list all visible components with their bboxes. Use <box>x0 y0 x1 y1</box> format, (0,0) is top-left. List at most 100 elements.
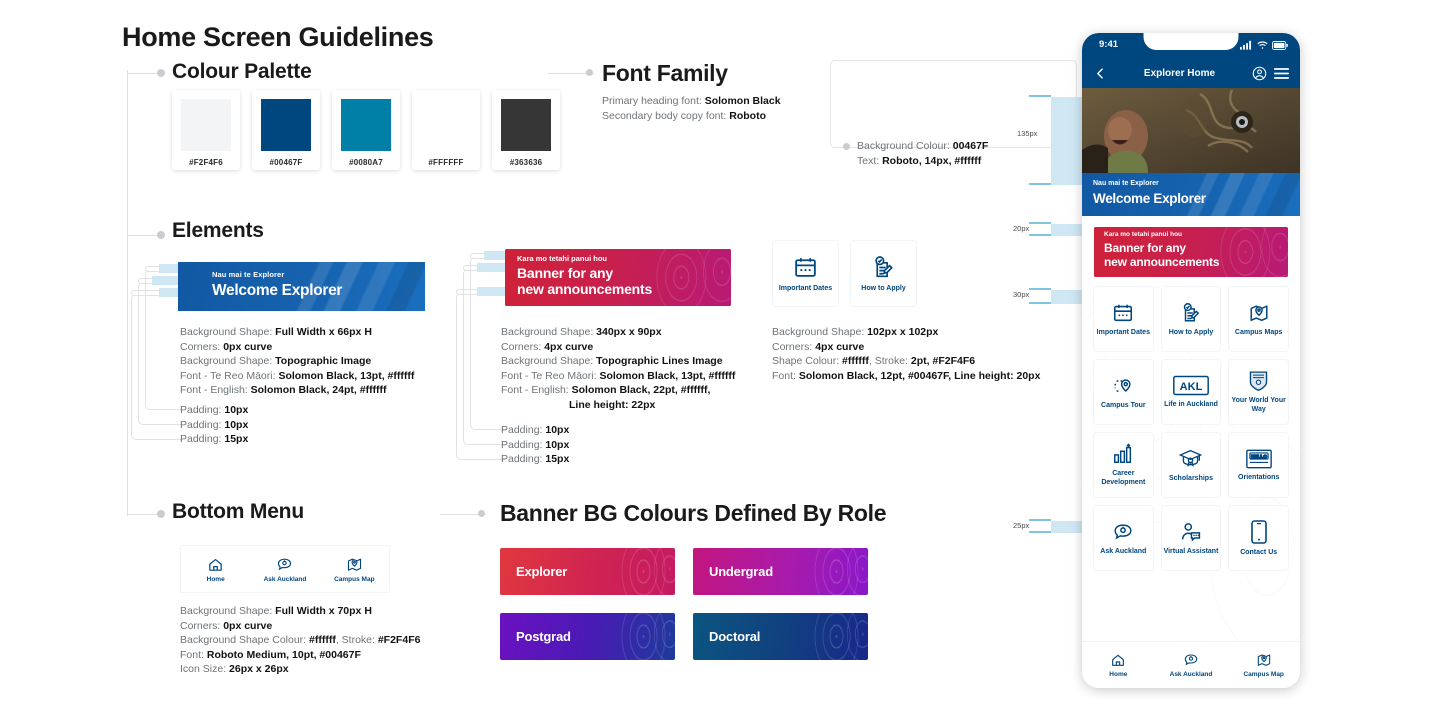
phone-welcome-english: Welcome Explorer <box>1093 191 1206 206</box>
tile-how-to-apply[interactable]: How to Apply <box>850 240 917 307</box>
tile-label: Campus Maps <box>1234 328 1283 336</box>
map-pin-icon <box>1257 654 1270 666</box>
bottom-menu-label: Home <box>206 575 225 583</box>
colour-swatch[interactable]: #FFFFFF <box>412 90 480 170</box>
measure-tick <box>1029 183 1051 185</box>
tile-label: Campus Tour <box>1101 401 1146 409</box>
calendar-icon <box>1114 304 1133 321</box>
grid-tile-life-in-auckland[interactable]: AKL Life in Auckland <box>1160 359 1222 425</box>
font-family-heading: Font Family <box>602 60 728 86</box>
spec-label: Padding: <box>501 453 546 466</box>
spec-value: #F2F4F6 <box>377 634 421 647</box>
swatch-chip <box>501 99 551 151</box>
grid-tile-virtual-assistant[interactable]: Virtual Assistant <box>1160 505 1222 571</box>
nav-bar-specs: Background Colour: 00467F Text: Roboto, … <box>857 139 988 168</box>
colour-swatch[interactable]: #F2F4F6 <box>172 90 240 170</box>
colour-swatch[interactable]: #363636 <box>492 90 560 170</box>
spec-value: 26px x 26px <box>229 663 289 676</box>
tile-label: Scholarships <box>1169 474 1213 482</box>
spec-value: 4px curve <box>815 340 865 353</box>
colour-swatch[interactable]: #0080A7 <box>332 90 400 170</box>
spec-value: 340px x 90px <box>596 326 662 338</box>
tile-label: Ask Auckland <box>1100 547 1147 555</box>
grid-tile-campus-tour[interactable]: Campus Tour <box>1093 359 1154 425</box>
role-swatch-undergrad[interactable]: Undergrad <box>693 548 868 595</box>
measure-caption: 20px <box>1013 224 1030 233</box>
hamburger-menu-icon[interactable] <box>1274 67 1289 80</box>
swatch-chip <box>181 99 231 151</box>
announcement-line-1: Banner for any <box>1104 241 1186 255</box>
spec-label: Corners: <box>180 340 224 353</box>
welcome-banner-padding-specs: Padding: 10px Padding: 10px Padding: 15p… <box>180 403 248 447</box>
spec-value: Solomon Black, 13pt, #ffffff <box>278 369 415 382</box>
mobile-phone-icon <box>1250 519 1267 544</box>
swatch-label: #FFFFFF <box>428 158 464 167</box>
spec-label: Font: <box>180 648 207 661</box>
shield-crest-icon <box>1249 371 1268 392</box>
bottom-menu-item-home[interactable]: Home <box>181 546 250 592</box>
measure-tick <box>1029 95 1051 97</box>
phone-bottom-nav: Home Ask Auckland Campus Map <box>1082 641 1300 688</box>
measure-tick <box>1029 288 1051 290</box>
grid-tile-career-development[interactable]: Career Development <box>1093 432 1154 498</box>
tile-label-text: Career Development <box>1101 470 1146 486</box>
grid-tile-important-dates[interactable]: Important Dates <box>1093 286 1154 352</box>
phone-nav-label: Home <box>1109 671 1128 678</box>
bottom-menu-item-campus-map[interactable]: Campus Map <box>320 546 389 592</box>
phone-announcement-banner[interactable]: Kara mo tetahi panui hou Banner for any n… <box>1094 227 1288 277</box>
spine-arm-elements <box>128 235 160 236</box>
role-swatch-explorer[interactable]: Explorer <box>500 548 675 595</box>
spec-value: 2pt, #F2F4F6 <box>910 355 976 368</box>
spec-label: Padding: <box>180 433 225 446</box>
grid-tile-how-to-apply[interactable]: How to Apply <box>1160 286 1222 352</box>
role-swatch-doctoral[interactable]: Doctoral <box>693 613 868 660</box>
tile-specs: Background Shape: 102px x 102px Corners:… <box>772 325 1040 383</box>
grid-tile-scholarships[interactable]: Scholarships <box>1160 432 1222 498</box>
phone-nav-item-campus-map[interactable]: Campus Map <box>1227 642 1300 688</box>
grid-tile-orientations[interactable]: HELLO Orientations <box>1228 432 1289 498</box>
grid-tile-your-world-your-way[interactable]: Your World Your Way <box>1228 359 1289 425</box>
signal-bars-icon <box>1240 40 1252 50</box>
role-swatch-postgrad[interactable]: Postgrad <box>500 613 675 660</box>
spec-value: #ffffff <box>842 355 869 368</box>
nav-bg-value: 00467F <box>952 140 989 152</box>
tile-label: Virtual Assistant <box>1163 547 1219 555</box>
hello-badge-icon: HELLO <box>1245 449 1272 468</box>
tile-label: Important Dates <box>1096 328 1150 336</box>
tile-important-dates[interactable]: Important Dates <box>772 240 839 307</box>
tour-route-pin-icon <box>1114 378 1131 392</box>
phone-hero-image <box>1082 88 1300 173</box>
phone-notch <box>1143 33 1239 50</box>
bracket-announce-pad3 <box>456 293 506 460</box>
bottom-menu-preview: Home Ask Auckland Campus Map <box>180 545 390 593</box>
announcement-line-2: new announcements <box>517 281 653 297</box>
graduation-cap-icon <box>1179 449 1203 467</box>
measure-tick <box>1029 531 1051 533</box>
primary-font-value: Solomon Black <box>704 95 781 107</box>
bottom-menu-label: Ask Auckland <box>263 575 307 583</box>
measure-tick <box>1029 302 1051 304</box>
spec-label: Shape Colour: <box>772 355 843 368</box>
grid-tile-contact-us[interactable]: Contact Us <box>1228 505 1289 571</box>
grid-tile-campus-maps[interactable]: Campus Maps <box>1228 286 1289 352</box>
spec-label: Background Shape: <box>772 326 868 338</box>
spine-dot-colour <box>157 69 165 77</box>
chevron-left-icon[interactable] <box>1094 67 1107 80</box>
measure-tick <box>1029 222 1051 224</box>
welcome-banner-preview: Nau mai te Explorer Welcome Explorer <box>178 262 425 311</box>
chat-bubble-icon <box>1184 654 1198 666</box>
tile-label: Contact Us <box>1240 548 1278 556</box>
grid-tile-ask-auckland[interactable]: Ask Auckland <box>1093 505 1154 571</box>
phone-nav-item-ask-auckland[interactable]: Ask Auckland <box>1155 642 1228 688</box>
spec-value: 15px <box>224 433 249 446</box>
account-circle-icon[interactable] <box>1252 66 1267 81</box>
announcement-line-1: Banner for any <box>517 265 613 281</box>
spec-label: Font - English: <box>180 384 251 397</box>
spec-label: Padding: <box>501 438 546 451</box>
spec-label: Background Shape: <box>501 326 597 338</box>
bottom-menu-item-ask-auckland[interactable]: Ask Auckland <box>250 546 319 592</box>
colour-swatch[interactable]: #00467F <box>252 90 320 170</box>
measure-tick <box>1029 519 1051 521</box>
spec-value: Topographic Image <box>275 355 372 368</box>
phone-nav-item-home[interactable]: Home <box>1082 642 1155 688</box>
